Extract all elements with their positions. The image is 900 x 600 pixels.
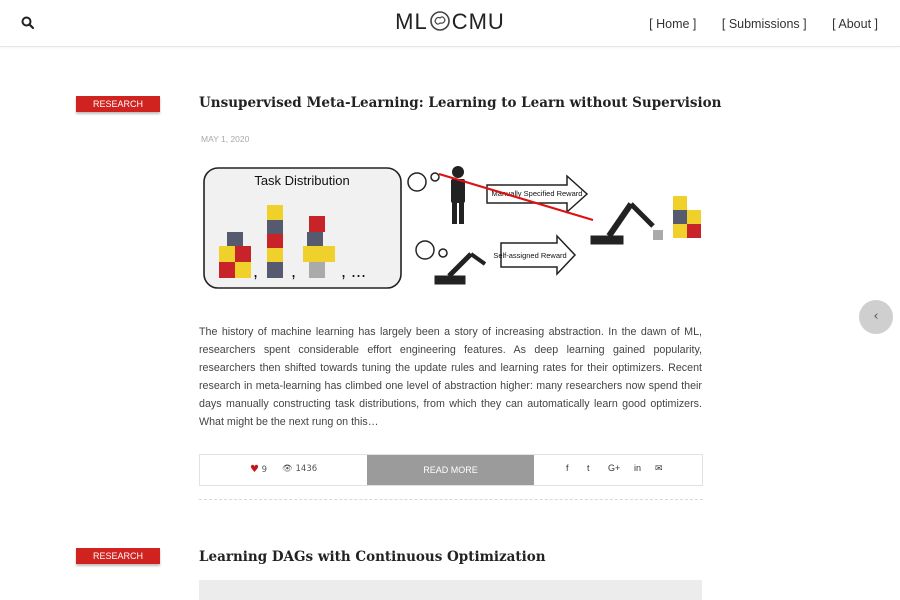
logo-text-right: CMU: [451, 9, 505, 34]
facebook-share-icon[interactable]: f: [566, 463, 569, 473]
post-action-bar: ♥ 9 👁 1436 READ MORE f t G+ in ✉: [199, 454, 703, 486]
main-nav: [ Home ] [ Submissions ] [ About ]: [627, 17, 878, 31]
email-share-icon[interactable]: ✉: [655, 463, 663, 474]
post-figure[interactable]: Task Distribution , , , ... Manually Spe…: [199, 160, 703, 300]
post-excerpt: The history of machine learning has larg…: [199, 326, 702, 428]
self-reward-label: Self-assigned Reward: [493, 251, 566, 260]
nav-about[interactable]: [ About ]: [832, 17, 878, 31]
linkedin-share-icon[interactable]: in: [634, 463, 641, 473]
person-icon: [451, 166, 465, 224]
category-badge[interactable]: RESEARCH: [76, 96, 160, 112]
top-navbar: ML CMU [ Home ] [ Submissions ] [ About …: [0, 0, 900, 47]
svg-text:,: ,: [253, 261, 258, 281]
twitter-share-icon[interactable]: t: [587, 463, 590, 473]
logo-text-left: ML: [395, 9, 428, 34]
googleplus-share-icon[interactable]: G+: [608, 463, 620, 473]
robot-arm-icon: [434, 252, 487, 285]
views-count: 1436: [295, 464, 318, 474]
svg-text:,: ,: [291, 261, 296, 281]
likes-count: 9: [261, 465, 268, 475]
post-title[interactable]: Learning DAGs with Continuous Optimizati…: [199, 549, 546, 565]
brain-icon: [429, 11, 450, 31]
nav-submissions[interactable]: [ Submissions ]: [722, 17, 807, 31]
post-image[interactable]: [199, 580, 702, 600]
nav-home[interactable]: [ Home ]: [649, 17, 696, 31]
heart-icon: ♥: [250, 464, 259, 475]
post-title[interactable]: Unsupervised Meta-Learning: Learning to …: [199, 95, 721, 111]
chevron-left-icon[interactable]: ‹: [859, 300, 893, 334]
ellipsis-label: , ...: [341, 261, 366, 281]
read-more-button[interactable]: READ MORE: [367, 455, 534, 485]
likes-counter[interactable]: ♥ 9: [250, 464, 267, 475]
category-badge[interactable]: RESEARCH: [76, 548, 160, 564]
cube-stack-2: [267, 205, 283, 278]
post-date: MAY 1, 2020: [201, 134, 250, 144]
robot-arm-right-icon: [590, 202, 663, 245]
post-divider: [199, 499, 703, 500]
eye-icon: 👁: [282, 464, 293, 474]
task-distribution-label: Task Distribution: [254, 173, 349, 188]
cube-stack-4: [673, 196, 701, 238]
views-counter: 👁 1436: [282, 464, 317, 474]
